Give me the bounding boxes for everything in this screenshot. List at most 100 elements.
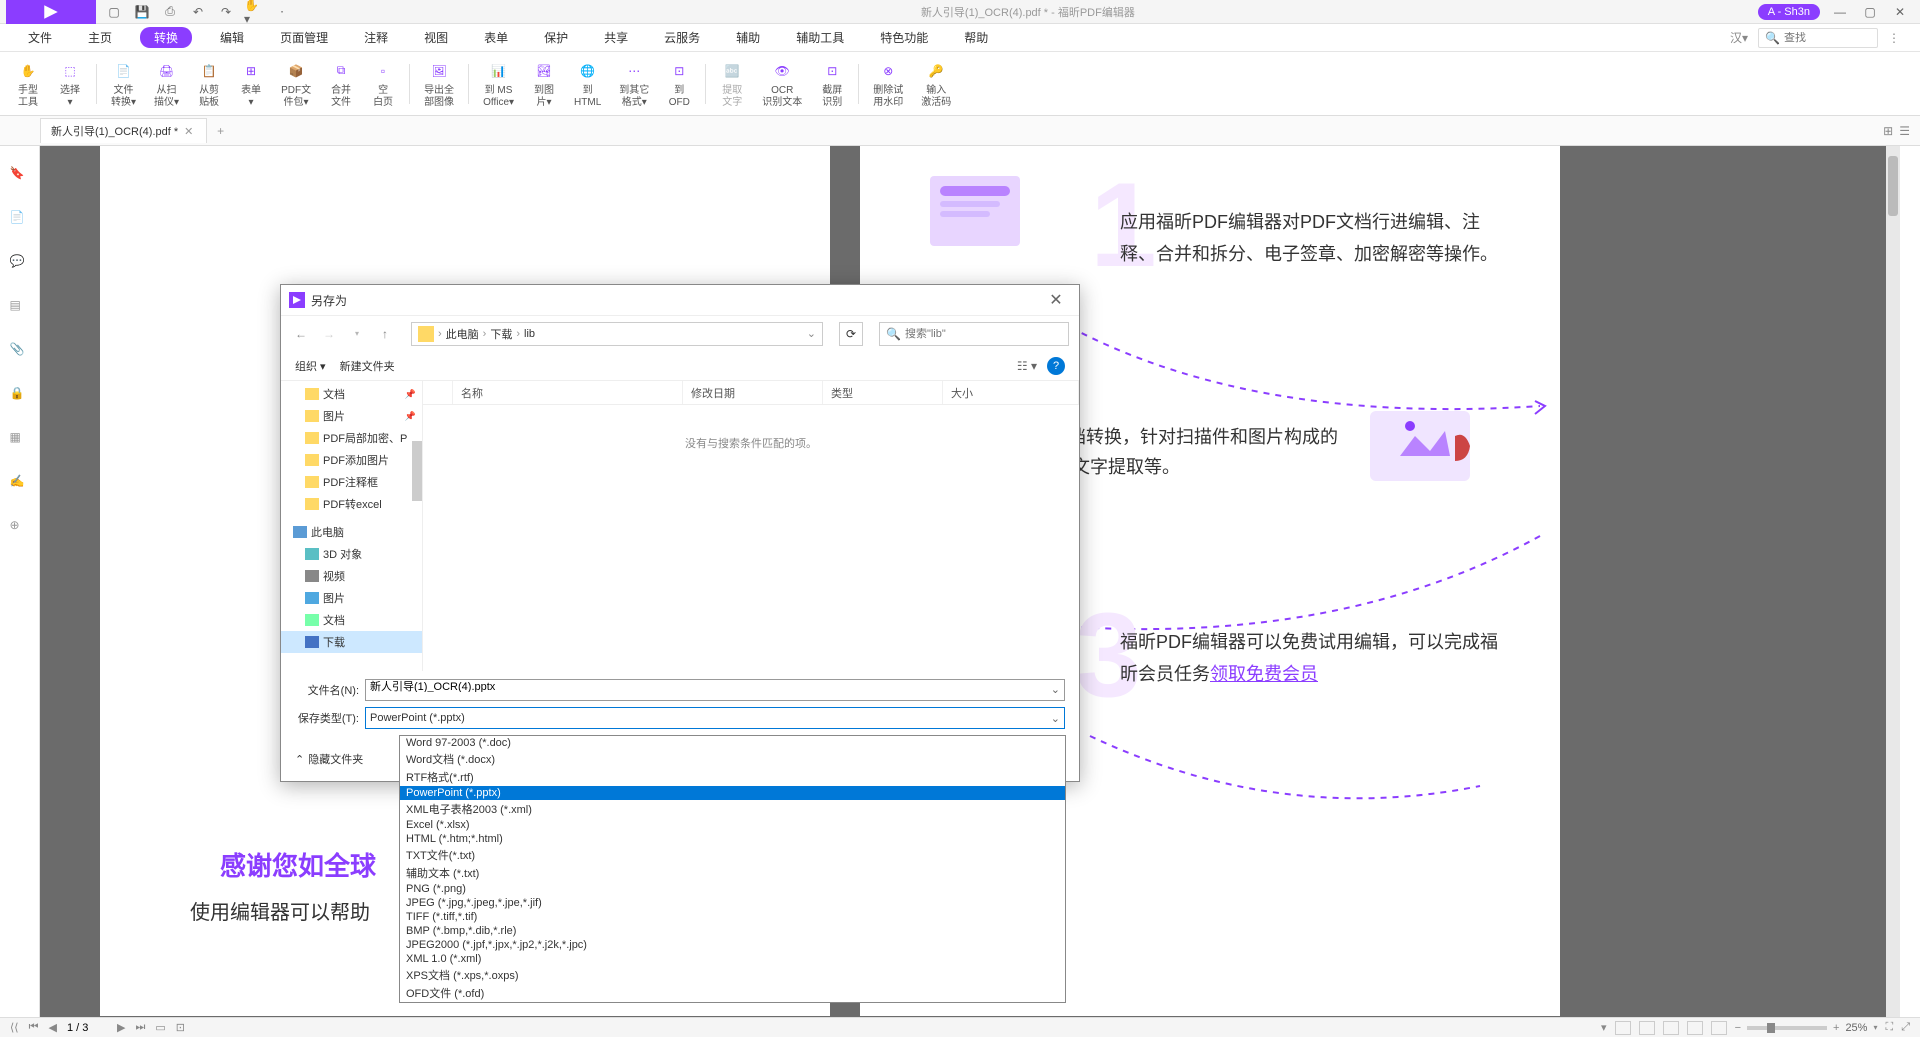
dialog-search-box[interactable]: 🔍 [879,322,1069,346]
view-continuous-facing-button[interactable] [1687,1021,1703,1035]
ribbon-package[interactable]: 📦PDF文件包▾ [273,57,319,111]
undo-icon[interactable]: ↶ [188,2,208,22]
fit-page-icon[interactable]: ⛶ [1885,1021,1893,1034]
dd-option-doc[interactable]: Word 97-2003 (*.doc) [400,736,1065,750]
breadcrumb-segment[interactable]: 此电脑 [446,326,479,342]
ribbon-activate[interactable]: 🔑输入激活码 [913,57,959,111]
menu-file[interactable]: 文件 [20,25,60,50]
tree-item-pdf-encrypt[interactable]: PDF局部加密、P [281,427,422,449]
folder-tree[interactable]: 文档📌 图片📌 PDF局部加密、P PDF添加图片 PDF注释框 PDF转exc… [281,381,423,671]
more-panels-icon[interactable]: ⊕ [10,518,30,538]
tree-item-videos[interactable]: 视频 [281,565,422,587]
dd-option-ofd[interactable]: OFD文件 (*.ofd) [400,984,1065,1002]
filename-dropdown-icon[interactable]: ⌄ [1051,683,1060,696]
ribbon-to-html[interactable]: 🌐到HTML [566,57,609,111]
view-mode-grid-icon[interactable]: ⊞ [1883,124,1893,138]
reflow-icon[interactable]: ⊡ [176,1021,185,1034]
breadcrumb-segment[interactable]: lib [524,328,535,340]
tree-item-documents2[interactable]: 文档 [281,609,422,631]
last-page-button[interactable]: ⏭ [135,1021,145,1034]
col-type[interactable]: 类型 [823,381,943,404]
first-page-button[interactable]: ⏮ [29,1021,39,1034]
ribbon-extract-text[interactable]: 🔤提取文字 [712,57,752,111]
col-checkbox[interactable] [423,381,453,404]
view-continuous-button[interactable] [1639,1021,1655,1035]
view-facing-button[interactable] [1663,1021,1679,1035]
hide-folders-toggle[interactable]: ⌃ 隐藏文件夹 [295,751,363,767]
tree-item-3d[interactable]: 3D 对象 [281,543,422,565]
signatures-icon[interactable]: ✍ [10,474,30,494]
filetype-dropdown-list[interactable]: Word 97-2003 (*.doc) Word文档 (*.docx) RTF… [399,735,1066,1003]
breadcrumb-segment[interactable]: 下载 [490,326,512,342]
pages-icon[interactable]: 📄 [10,210,30,230]
redo-icon[interactable]: ↷ [216,2,236,22]
dd-option-jp2[interactable]: JPEG2000 (*.jpf,*.jpx,*.jp2,*.j2k,*.jpc) [400,938,1065,952]
menu-more-icon[interactable]: ⋮ [1888,31,1900,45]
ribbon-export-images[interactable]: 🖼导出全部图像 [416,57,462,111]
dd-option-bmp[interactable]: BMP (*.bmp,*.dib,*.rle) [400,924,1065,938]
nav-up-button[interactable]: ↑ [375,324,395,344]
col-size[interactable]: 大小 [943,381,1079,404]
menu-cloud[interactable]: 云服务 [656,25,708,50]
ribbon-from-clipboard[interactable]: 📋从剪贴板 [189,57,229,111]
tree-scrollbar-thumb[interactable] [412,441,422,501]
dd-option-xml2003[interactable]: XML电子表格2003 (*.xml) [400,800,1065,818]
dd-option-xml10[interactable]: XML 1.0 (*.xml) [400,952,1065,966]
ribbon-remove-watermark[interactable]: ⊗删除试用水印 [865,57,911,111]
search-box[interactable]: 🔍 [1758,28,1878,48]
menu-protect[interactable]: 保护 [536,25,576,50]
ribbon-from-scanner[interactable]: 🖨从扫描仪▾ [146,57,187,111]
ribbon-to-office[interactable]: 📊到 MSOffice▾ [475,57,522,111]
ribbon-to-other[interactable]: ⋯到其它格式▾ [611,57,657,111]
ribbon-merge[interactable]: ⧉合并文件 [321,57,361,111]
menu-edit[interactable]: 编辑 [212,25,252,50]
add-tab-button[interactable]: + [217,124,224,138]
maximize-button[interactable]: ▢ [1860,2,1880,22]
dd-option-txt[interactable]: TXT文件(*.txt) [400,846,1065,864]
page-indicator[interactable] [67,1022,107,1034]
dd-option-html[interactable]: HTML (*.htm;*.html) [400,832,1065,846]
security-icon[interactable]: 🔒 [10,386,30,406]
ribbon-to-ofd[interactable]: ⊡到OFD [659,57,699,111]
view-mode-list-icon[interactable]: ☰ [1899,124,1910,138]
tree-item-pdf-addimg[interactable]: PDF添加图片 [281,449,422,471]
form-fields-icon[interactable]: ▦ [10,430,30,450]
nav-back-button[interactable]: ← [291,324,311,344]
ribbon-select[interactable]: ⬚选择▾ [50,57,90,111]
menu-features[interactable]: 特色功能 [872,25,936,50]
col-name[interactable]: 名称 [453,381,683,404]
tree-item-documents[interactable]: 文档📌 [281,383,422,405]
qat-customize[interactable]: ⋅ [272,2,292,22]
view-single-page-button[interactable] [1615,1021,1631,1035]
menu-assist[interactable]: 辅助 [728,25,768,50]
zh-en-icon[interactable]: 汉▾ [1730,29,1748,46]
close-button[interactable]: ✕ [1890,2,1910,22]
tree-item-downloads[interactable]: 下载 [281,631,422,653]
save-icon[interactable]: 💾 [132,2,152,22]
color-dropdown-icon[interactable]: ▾ [1601,1021,1607,1034]
filetype-dropdown[interactable]: PowerPoint (*.pptx) ⌄ [365,707,1065,729]
dialog-search-input[interactable] [905,328,1062,340]
zoom-slider[interactable] [1747,1026,1827,1030]
tree-item-pictures2[interactable]: 图片 [281,587,422,609]
dd-option-tiff[interactable]: TIFF (*.tiff,*.tif) [400,910,1065,924]
attachments-icon[interactable]: 📎 [10,342,30,362]
ribbon-hand-tool[interactable]: ✋手型工具 [8,57,48,111]
ribbon-file-convert[interactable]: 📄文件转换▾ [103,57,144,111]
tree-item-this-pc[interactable]: 此电脑 [281,521,422,543]
menu-home[interactable]: 主页 [80,25,120,50]
menu-tools[interactable]: 辅助工具 [788,25,852,50]
layers-icon[interactable]: ▤ [10,298,30,318]
menu-share[interactable]: 共享 [596,25,636,50]
refresh-button[interactable]: ⟳ [839,322,863,346]
dd-option-png[interactable]: PNG (*.png) [400,882,1065,896]
dialog-titlebar[interactable]: 另存为 ✕ [281,285,1079,315]
ribbon-blank[interactable]: ▫空白页 [363,57,403,111]
tree-item-pdf-comment[interactable]: PDF注释框 [281,471,422,493]
tree-item-pdf-toexcel[interactable]: PDF转excel [281,493,422,515]
free-member-link[interactable]: 领取免费会员 [1210,664,1318,684]
tree-item-pictures[interactable]: 图片📌 [281,405,422,427]
nav-open-panel-icon[interactable]: ⟨⟨ [10,1021,19,1034]
filename-field[interactable]: ⌄ [365,679,1065,701]
dd-option-jpeg[interactable]: JPEG (*.jpg,*.jpeg,*.jpe,*.jif) [400,896,1065,910]
